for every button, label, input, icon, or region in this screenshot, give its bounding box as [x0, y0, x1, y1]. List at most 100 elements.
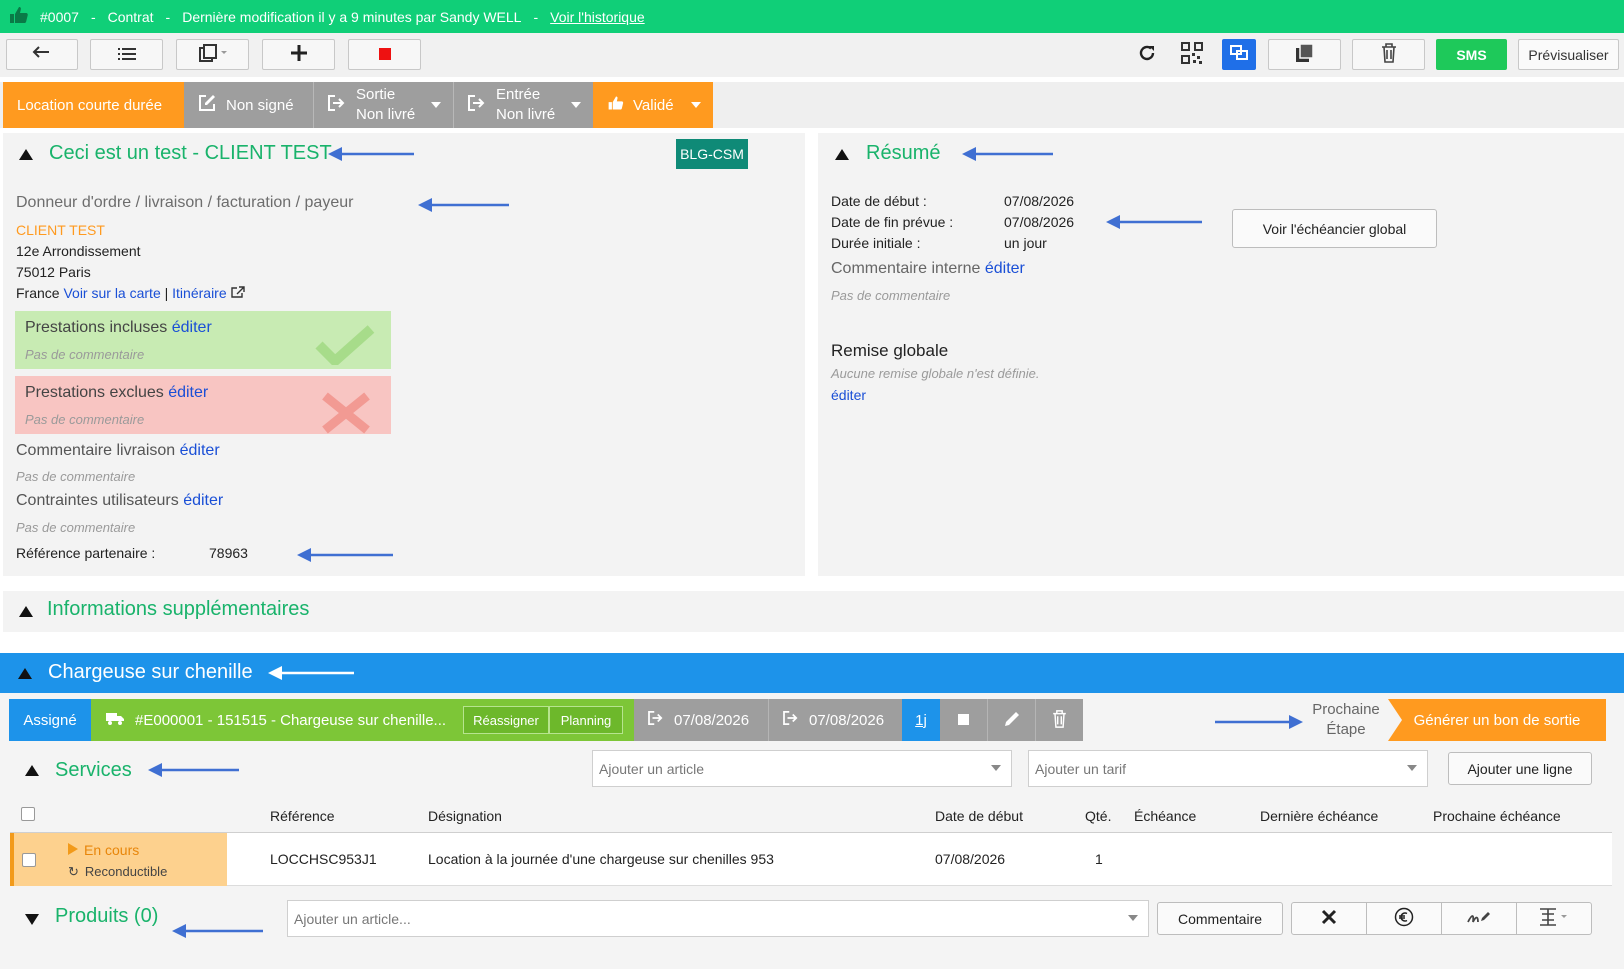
add-article-select[interactable]: Ajouter un article [592, 750, 1012, 787]
list-button[interactable] [90, 39, 163, 70]
user-constraints-comment: Pas de commentaire [16, 520, 136, 535]
collapse-toggle-icon[interactable] [835, 149, 849, 160]
qr-code-button[interactable] [1175, 39, 1209, 70]
close-icon [1321, 909, 1337, 928]
in-date-segment[interactable]: 07/08/2026 [768, 699, 902, 741]
truck-icon [105, 711, 125, 729]
refresh-icon: ↻ [68, 864, 79, 879]
linked-windows-button[interactable] [1222, 39, 1256, 70]
signature-status[interactable]: Non signé [184, 82, 313, 128]
delete-equipment-button[interactable] [1035, 699, 1083, 741]
rental-type-status[interactable]: Location courte durée [3, 82, 184, 128]
client-panel: Ceci est un test - CLIENT TEST BLG-CSM D… [3, 133, 805, 576]
comment-button[interactable]: Commentaire [1157, 902, 1283, 935]
select-all-checkbox[interactable] [21, 807, 35, 821]
edit-delivery-comment-link[interactable]: éditer [180, 442, 220, 459]
annotation-arrow-left [295, 545, 395, 565]
entry-status[interactable]: Entrée Non livré [453, 82, 593, 128]
duplicate-button[interactable] [1268, 39, 1341, 70]
duration-value: un jour [1004, 235, 1047, 251]
edit-internal-comment-link[interactable]: éditer [985, 260, 1025, 277]
refresh-button[interactable] [1130, 39, 1164, 70]
pencil-icon [1003, 710, 1021, 731]
signature-button[interactable] [1441, 902, 1517, 935]
back-arrow-icon [32, 46, 52, 63]
services-table-header: Référence Désignation Date de début Qté.… [10, 797, 1612, 833]
address-line-1: 12e Arrondissement [16, 243, 141, 259]
sms-button[interactable]: SMS [1436, 39, 1507, 70]
delivery-comment-label: Commentaire livraison [16, 442, 176, 459]
trash-icon [1381, 43, 1397, 66]
row-checkbox[interactable] [22, 853, 36, 867]
collapse-toggle-icon[interactable] [19, 606, 33, 617]
collapse-toggle-icon[interactable] [19, 149, 33, 160]
history-link[interactable]: Voir l'historique [550, 9, 645, 25]
annotation-arrow-left [326, 144, 416, 164]
reassign-button[interactable]: Réassigner [463, 706, 549, 734]
global-schedule-button[interactable]: Voir l'échéancier global [1232, 209, 1437, 248]
assigned-item-label[interactable]: #E000001 - 151515 - Chargeuse sur chenil… [135, 712, 446, 729]
table-row[interactable]: En cours ↻ Reconductible LOCCHSC953J1 Loc… [10, 833, 1612, 886]
chevron-down-icon [431, 102, 441, 108]
exit-status[interactable]: Sortie Non livré [313, 82, 453, 128]
chevron-down-icon [571, 102, 581, 108]
column-header[interactable]: Échéance [1134, 808, 1196, 824]
edit-discount-link[interactable]: éditer [831, 387, 866, 403]
column-header[interactable]: Dernière échéance [1260, 808, 1378, 824]
delete-button[interactable] [1352, 39, 1425, 70]
out-date-segment[interactable]: 07/08/2026 [634, 699, 768, 741]
edit-button[interactable] [987, 699, 1035, 741]
validation-status[interactable]: Validé [593, 82, 713, 128]
collapse-toggle-icon[interactable] [25, 765, 39, 776]
chevron-down-icon [691, 102, 701, 108]
document-type: Contrat [107, 8, 154, 25]
delivery-comment: Pas de commentaire [16, 469, 136, 484]
preview-button[interactable]: Prévisualiser [1518, 39, 1619, 70]
end-date-label: Date de fin prévue : [831, 214, 954, 230]
excluded-comment: Pas de commentaire [25, 412, 145, 427]
duration-badge[interactable]: 1j [902, 699, 940, 741]
qr-code-icon [1181, 42, 1203, 67]
pricing-button[interactable] [1366, 902, 1442, 935]
annotation-arrow-left [416, 195, 511, 215]
expand-toggle-icon[interactable] [25, 914, 39, 925]
copy-menu-button[interactable] [176, 39, 249, 70]
remove-button[interactable] [1291, 902, 1367, 935]
stop-button[interactable] [348, 39, 421, 70]
column-header[interactable]: Désignation [428, 808, 502, 824]
exit-icon [328, 95, 346, 115]
edit-excluded-link[interactable]: éditer [168, 384, 208, 401]
split-menu-button[interactable] [1516, 902, 1592, 935]
column-header[interactable]: Prochaine échéance [1433, 808, 1561, 824]
chevron-down-icon [1128, 915, 1138, 921]
thumbs-up-icon [8, 6, 30, 27]
column-header[interactable]: Référence [270, 808, 335, 824]
split-icon [1538, 907, 1570, 930]
summary-title: Résumé [866, 142, 941, 164]
edit-user-constraints-link[interactable]: éditer [183, 492, 223, 509]
stop-button[interactable] [940, 699, 987, 741]
back-button[interactable] [6, 39, 78, 70]
add-line-button[interactable]: Ajouter une ligne [1448, 752, 1592, 785]
add-button[interactable] [262, 39, 335, 70]
assigned-status[interactable]: Assigné [9, 699, 91, 741]
euro-icon [1394, 907, 1414, 930]
services-title: Services [55, 759, 132, 781]
annotation-arrow-left [170, 921, 265, 941]
client-name[interactable]: CLIENT TEST [16, 222, 105, 238]
edit-included-link[interactable]: éditer [172, 319, 212, 336]
checkmark-icon [315, 325, 375, 368]
column-header[interactable]: Qté. [1085, 808, 1111, 824]
map-link[interactable]: Voir sur la carte [63, 285, 160, 301]
end-date-value: 07/08/2026 [1004, 214, 1075, 230]
add-tarif-select[interactable]: Ajouter un tarif [1028, 750, 1428, 787]
itinerary-link[interactable]: Itinéraire [172, 285, 226, 301]
plus-icon [290, 44, 308, 65]
products-title: Produits (0) [55, 905, 159, 927]
collapse-toggle-icon[interactable] [18, 668, 32, 679]
column-header[interactable]: Date de début [935, 808, 1023, 824]
generate-exit-slip-button[interactable]: Générer un bon de sortie [1388, 699, 1606, 741]
add-product-select[interactable]: Ajouter un article... [287, 900, 1149, 937]
linked-windows-icon [1230, 45, 1248, 64]
planning-button[interactable]: Planning [549, 706, 623, 734]
